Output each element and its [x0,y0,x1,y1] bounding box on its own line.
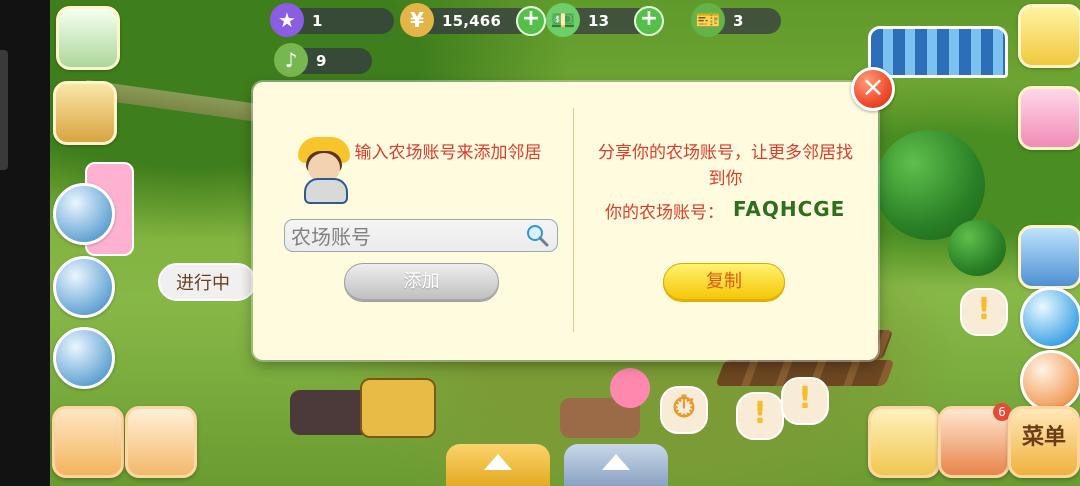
progress-tag: 进行中 [158,263,256,301]
cash-icon: 💵 [546,3,580,37]
music-counter: ♪ 9 [274,43,372,77]
shop-button[interactable]: 6 [938,403,1011,478]
close-icon[interactable]: × [851,67,895,111]
copy-button[interactable]: 复制 [663,263,785,302]
settings-icon[interactable] [1020,287,1080,349]
dialog-divider [573,108,574,332]
giftbox-icon[interactable] [1018,225,1080,289]
farmer-avatar-icon [298,137,350,204]
alert-bubble-icon[interactable]: ! [736,392,784,440]
order-value: 3 [733,12,744,30]
handshake-icon[interactable] [1020,350,1080,412]
animal-pen-icon[interactable] [53,183,115,245]
add-button[interactable]: 添加 [344,263,499,302]
decor-flower [610,368,650,408]
account-label: 你的农场账号： [605,203,724,223]
add-coins-button[interactable]: + [516,6,546,36]
timer-bubble-icon: ⏱ [660,386,708,434]
coin-value: 15,466 [442,12,502,30]
ticket-icon: 🎫 [691,3,725,37]
add-cash-button[interactable]: + [634,6,664,36]
up-arrow-icon [484,454,512,470]
cheese-icon[interactable] [53,256,115,318]
farm-account-input[interactable] [284,219,558,252]
order-counter: 🎫 3 [691,3,781,37]
menu-button[interactable]: 菜单 [1008,406,1080,478]
music-value: 9 [316,52,327,70]
machine-building [360,378,436,438]
alert-bubble-icon[interactable]: ! [781,377,829,425]
honey-icon[interactable] [53,327,115,389]
cash-value: 13 [588,12,610,30]
factory-building [290,390,370,435]
star-icon: ★ [270,3,304,37]
blue-striped-roof [868,26,1008,78]
sidebar-handle[interactable] [0,50,8,170]
share-account-instruction: 分享你的农场账号，让更多邻居找到你 [598,143,853,189]
coin-counter: ¥ 15,466 + [400,3,546,37]
level-counter: ★ 1 [270,3,394,37]
add-neighbor-instruction: 输入农场账号来添加邻居 [354,143,542,163]
farm-account-code: FAQHCGE [733,197,846,221]
up-arrow-icon [602,454,630,470]
farm-avatar-icon[interactable] [56,6,120,70]
mail-icon[interactable] [1018,4,1080,68]
barn-button[interactable] [52,406,124,478]
tips-icon[interactable] [53,81,117,145]
android-sidebar [0,0,50,486]
gift-icon[interactable] [1018,86,1080,150]
alert-bubble-icon[interactable]: ! [960,288,1008,336]
level-value: 1 [312,12,323,30]
bottom-tab[interactable] [564,444,668,486]
tree [948,220,1006,276]
add-neighbor-dialog: 输入农场账号来添加邻居 添加 分享你的农场账号，让更多邻居找到你 你的农场账号：… [253,82,878,360]
shirt-shape [304,178,348,204]
chat-button[interactable] [125,406,197,478]
bottom-tab[interactable] [446,444,550,486]
move-button[interactable] [868,406,940,478]
music-icon: ♪ [274,43,308,77]
farm-account-field[interactable] [289,223,525,250]
coin-icon: ¥ [400,3,434,37]
search-icon[interactable] [525,223,549,247]
cash-counter: 💵 13 + [546,3,664,37]
